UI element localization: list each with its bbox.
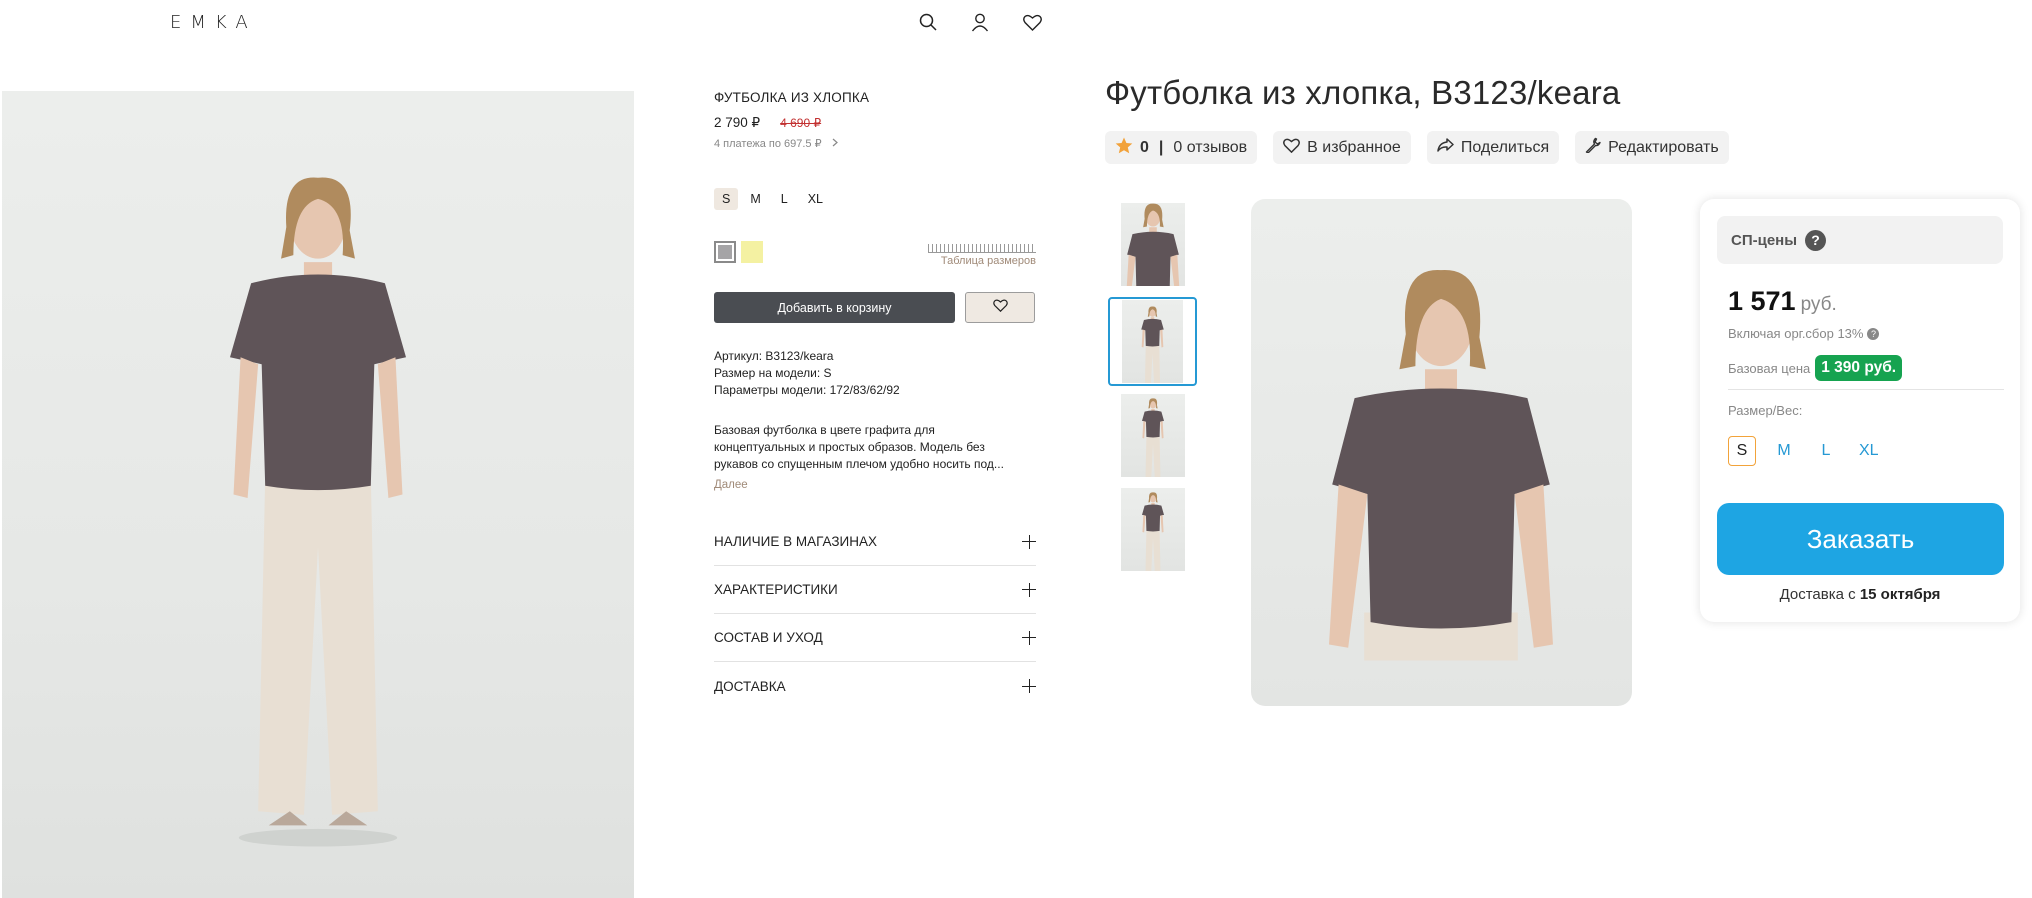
org-fee-note: Включая орг.сбор 13% ?: [1728, 326, 1880, 341]
sp-price: 1 571 руб.: [1728, 286, 1837, 317]
share-icon: [1437, 138, 1454, 157]
base-price-badge: 1 390 руб.: [1815, 355, 1903, 381]
order-button[interactable]: Заказать: [1717, 503, 2004, 575]
product-photo-main[interactable]: [2, 91, 634, 898]
sp-size-m[interactable]: M: [1770, 436, 1798, 466]
add-to-cart-button[interactable]: Добавить в корзину: [714, 292, 955, 323]
accordion-store-availability[interactable]: НАЛИЧИЕ В МАГАЗИНАХ: [714, 518, 1036, 566]
share-label: Поделиться: [1460, 138, 1550, 156]
description-line: рукавов со спущенным плечом удобно носит…: [714, 457, 1004, 471]
description-line: Базовая футболка в цвете графита для: [714, 423, 935, 437]
plus-icon: [1022, 582, 1036, 597]
ruler-icon: [928, 241, 1036, 253]
accordion-characteristics[interactable]: ХАРАКТЕРИСТИКИ: [714, 566, 1036, 614]
plus-icon: [1022, 534, 1036, 549]
thumbnail-1[interactable]: [1121, 203, 1185, 286]
star-icon: [1115, 137, 1133, 159]
heart-icon[interactable]: [1020, 10, 1044, 34]
delivery-prefix: Доставка с: [1779, 586, 1860, 603]
wrench-icon: [1585, 137, 1601, 158]
rating-chip[interactable]: 0 | 0 отзывов: [1105, 131, 1258, 164]
share-chip[interactable]: Поделиться: [1426, 131, 1560, 164]
emka-store-pane: EMKA ФУТБОЛКА ИЗ ХЛОПКА 2 790 ₽ 4 690 ₽ …: [0, 0, 1100, 898]
page-title: Футболка из хлопка, B3123/keara: [1105, 74, 1621, 111]
spec-article: Артикул: B3123/keara: [714, 349, 834, 363]
divider: [1728, 389, 2004, 390]
color-swatch-yellow[interactable]: [741, 241, 763, 263]
heart-icon: [992, 299, 1008, 317]
base-price-label: Базовая цена: [1728, 360, 1811, 376]
sp-size-xl[interactable]: XL: [1854, 436, 1884, 466]
sp-size-l[interactable]: L: [1812, 436, 1840, 466]
plus-icon: [1022, 630, 1036, 645]
action-chips: 0 | 0 отзывов В избранное Поделиться Ред…: [1105, 131, 1729, 164]
price-value: 1 571: [1728, 286, 1796, 316]
wishlist-button[interactable]: [965, 292, 1035, 323]
thumbnail-2[interactable]: [1108, 297, 1197, 386]
size-chart-link[interactable]: Таблица размеров: [928, 241, 1036, 267]
price-currency: руб.: [1800, 294, 1837, 315]
current-price: 2 790 ₽: [714, 115, 761, 130]
color-selector: [714, 241, 763, 263]
accordion-composition-care[interactable]: СОСТАВ И УХОД: [714, 614, 1036, 662]
size-option-m[interactable]: M: [742, 188, 768, 210]
product-title: ФУТБОЛКА ИЗ ХЛОПКА: [714, 90, 870, 105]
sp-size-selector: S M L XL: [1728, 436, 1884, 466]
reviews-count: 0 отзывов: [1173, 138, 1248, 156]
product-description: Базовая футболка в цвете графита для кон…: [714, 422, 1038, 473]
separator: |: [1158, 138, 1164, 156]
edit-label: Редактировать: [1608, 138, 1719, 156]
help-icon[interactable]: ?: [1867, 327, 1880, 340]
delivery-date: 15 октября: [1859, 586, 1941, 603]
accordion-label: ДОСТАВКА: [714, 678, 786, 694]
sp-prices-label: СП-цены: [1731, 231, 1798, 249]
old-price: 4 690 ₽: [780, 116, 822, 130]
installments-text: 4 платежа по 697.5 ₽: [714, 138, 822, 150]
base-price-row: Базовая цена 1 390 руб.: [1728, 355, 1903, 381]
product-summary: ФУТБОЛКА ИЗ ХЛОПКА 2 790 ₽ 4 690 ₽ 4 пла…: [714, 90, 1036, 150]
size-weight-label: Размер/Вес:: [1728, 403, 1803, 418]
price-row: 2 790 ₽ 4 690 ₽: [714, 115, 1036, 131]
order-panel: СП-цены ? 1 571 руб. Включая орг.сбор 13…: [1700, 199, 2020, 622]
accordion-label: ХАРАКТЕРИСТИКИ: [714, 582, 838, 597]
delivery-info: Доставка с 15 октября: [1700, 586, 2020, 603]
org-fee-text: Включая орг.сбор 13%: [1728, 326, 1864, 341]
accordion-delivery[interactable]: ДОСТАВКА: [714, 662, 1036, 710]
product-specs: Артикул: B3123/keara Размер на модели: S…: [714, 348, 900, 399]
rating-value: 0: [1140, 138, 1149, 156]
size-option-l[interactable]: L: [773, 188, 796, 210]
spec-model-params: Параметры модели: 172/83/62/92: [714, 383, 900, 397]
read-more-link[interactable]: Далее: [714, 479, 748, 491]
size-option-xl[interactable]: XL: [800, 188, 831, 210]
chevron-right-icon: [832, 138, 838, 150]
sp-size-s[interactable]: S: [1728, 436, 1756, 466]
color-swatch-grey[interactable]: [714, 241, 736, 263]
thumbnail-3[interactable]: [1121, 394, 1185, 477]
spec-model-size: Размер на модели: S: [714, 366, 832, 380]
user-icon[interactable]: [968, 10, 992, 34]
description-line: концептуальных и простых образов. Модель…: [714, 440, 985, 454]
sp-prices-header[interactable]: СП-цены ?: [1717, 216, 2003, 264]
header-icons: [916, 10, 1044, 34]
installments-link[interactable]: 4 платежа по 697.5 ₽: [714, 137, 1036, 150]
size-chart-label: Таблица размеров: [940, 255, 1036, 267]
product-photo-large[interactable]: [1251, 199, 1632, 706]
accordion-label: СОСТАВ И УХОД: [714, 630, 823, 645]
favorite-chip[interactable]: В избранное: [1273, 131, 1411, 164]
edit-chip[interactable]: Редактировать: [1575, 131, 1729, 164]
plus-icon: [1022, 679, 1036, 693]
store-logo[interactable]: EMKA: [170, 12, 257, 33]
thumbnail-4[interactable]: [1121, 488, 1185, 571]
search-icon[interactable]: [916, 10, 940, 34]
heart-icon: [1283, 138, 1301, 158]
size-selector: S M L XL: [714, 188, 831, 210]
size-option-s[interactable]: S: [714, 188, 739, 210]
help-icon[interactable]: ?: [1805, 229, 1827, 251]
accordion-label: НАЛИЧИЕ В МАГАЗИНАХ: [714, 534, 877, 549]
favorite-label: В избранное: [1307, 138, 1401, 156]
